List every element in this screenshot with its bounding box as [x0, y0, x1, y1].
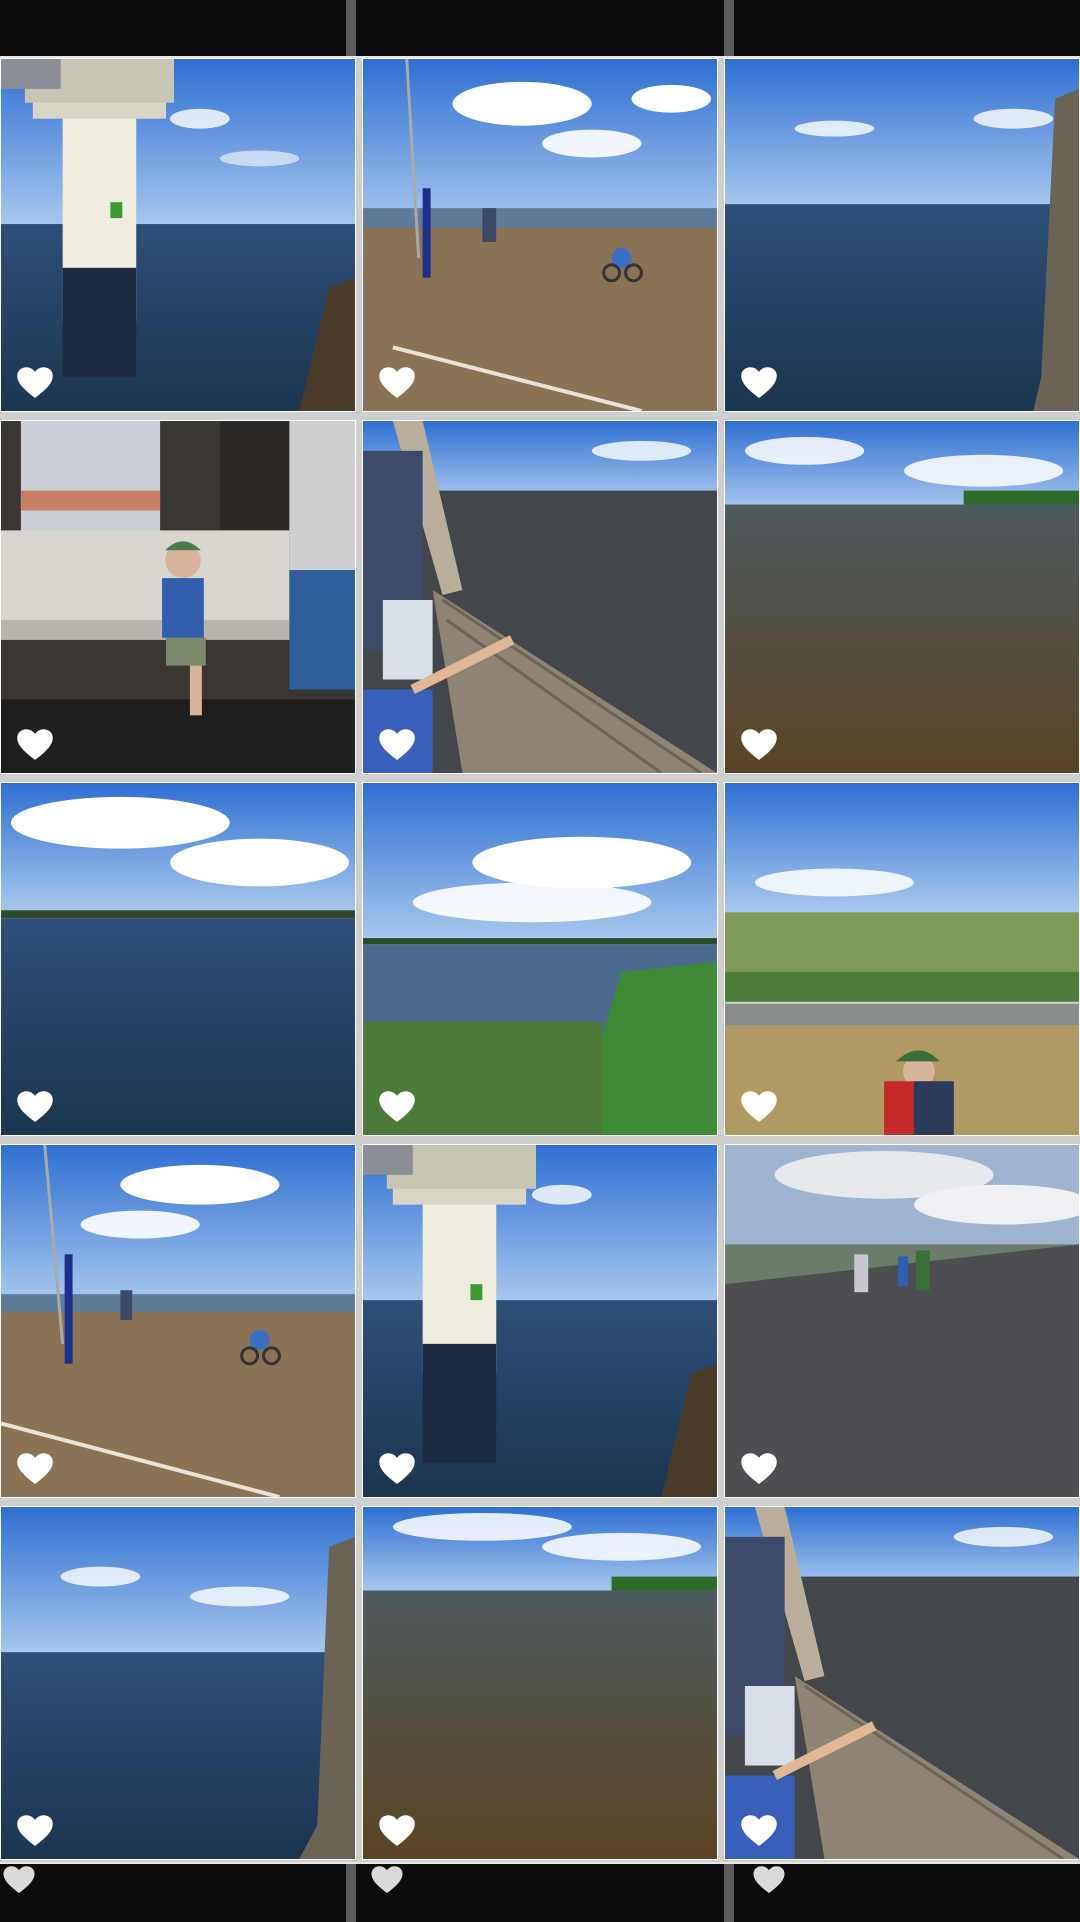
photo-thumbnail: [725, 1145, 1079, 1497]
photo-grid: [0, 58, 1080, 1860]
favorite-heart-icon[interactable]: [379, 1091, 415, 1123]
previous-row-strip: [0, 0, 1080, 58]
photo-tile[interactable]: [362, 1144, 718, 1498]
photo-thumbnail: [725, 1507, 1079, 1859]
photo-thumbnail: [1, 1145, 355, 1497]
favorite-heart-icon[interactable]: [752, 1866, 786, 1894]
favorite-heart-icon[interactable]: [2, 1866, 36, 1894]
photo-tile[interactable]: [724, 1144, 1080, 1498]
favorite-heart-icon[interactable]: [17, 1453, 53, 1485]
favorite-heart-icon[interactable]: [741, 729, 777, 761]
strip-divider: [724, 0, 734, 56]
photo-thumbnail: [1, 783, 355, 1135]
photo-thumbnail: [363, 1145, 717, 1497]
photo-tile[interactable]: [0, 1506, 356, 1860]
strip-divider: [346, 1864, 356, 1922]
photo-tile[interactable]: [362, 58, 718, 412]
photo-thumbnail: [363, 59, 717, 411]
favorite-heart-icon[interactable]: [17, 729, 53, 761]
favorite-heart-icon[interactable]: [379, 1453, 415, 1485]
photo-tile[interactable]: [724, 782, 1080, 1136]
photo-tile[interactable]: [0, 1144, 356, 1498]
photo-thumbnail: [363, 783, 717, 1135]
favorite-heart-icon[interactable]: [741, 1453, 777, 1485]
favorite-heart-icon[interactable]: [741, 1091, 777, 1123]
photo-thumbnail: [363, 421, 717, 773]
photo-thumbnail: [725, 421, 1079, 773]
photo-thumbnail: [1, 59, 355, 411]
photo-thumbnail: [1, 421, 355, 773]
photo-thumbnail: [725, 783, 1079, 1135]
photo-tile[interactable]: [362, 420, 718, 774]
photo-tile[interactable]: [724, 58, 1080, 412]
favorite-heart-icon[interactable]: [741, 367, 777, 399]
photo-thumbnail: [363, 1507, 717, 1859]
photo-tile[interactable]: [724, 1506, 1080, 1860]
favorite-heart-icon[interactable]: [17, 1091, 53, 1123]
favorite-heart-icon[interactable]: [17, 367, 53, 399]
next-row-strip: [0, 1862, 1080, 1922]
photo-thumbnail: [725, 59, 1079, 411]
photo-tile[interactable]: [0, 58, 356, 412]
favorite-heart-icon[interactable]: [370, 1866, 404, 1894]
favorite-heart-icon[interactable]: [379, 729, 415, 761]
photo-tile[interactable]: [0, 420, 356, 774]
favorite-heart-icon[interactable]: [379, 1815, 415, 1847]
photo-tile[interactable]: [724, 420, 1080, 774]
photo-tile[interactable]: [0, 782, 356, 1136]
strip-divider: [724, 1864, 734, 1922]
photo-thumbnail: [1, 1507, 355, 1859]
favorite-heart-icon[interactable]: [17, 1815, 53, 1847]
strip-divider: [346, 0, 356, 56]
photo-tile[interactable]: [362, 1506, 718, 1860]
favorite-heart-icon[interactable]: [741, 1815, 777, 1847]
photo-tile[interactable]: [362, 782, 718, 1136]
favorite-heart-icon[interactable]: [379, 367, 415, 399]
